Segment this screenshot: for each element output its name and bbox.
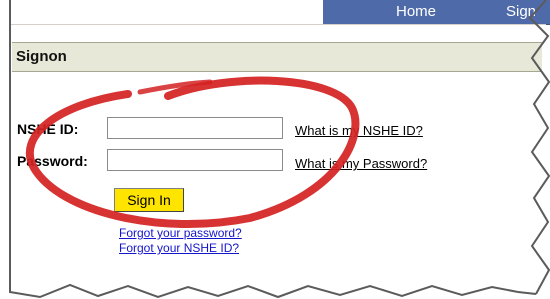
forgot-nshe-id-link[interactable]: Forgot your NSHE ID? — [119, 241, 239, 255]
password-input[interactable] — [107, 149, 283, 171]
screenshot-stage: Home Sign Signon NSHE ID: What is my NSH… — [0, 0, 550, 299]
nshe-id-input[interactable] — [107, 117, 283, 139]
what-is-my-password-link[interactable]: What is my Password? — [295, 156, 427, 171]
page-title: Signon — [16, 48, 67, 65]
nshe-id-label: NSHE ID: — [17, 121, 79, 137]
sign-link[interactable]: Sign — [506, 4, 536, 20]
signon-header: Signon — [12, 42, 542, 72]
header-divider — [10, 24, 546, 25]
what-is-my-nshe-id-link[interactable]: What is my NSHE ID? — [295, 123, 423, 138]
home-link[interactable]: Home — [396, 4, 436, 20]
sign-in-button[interactable]: Sign In — [114, 188, 184, 212]
password-label: Password: — [17, 153, 88, 169]
forgot-password-link[interactable]: Forgot your password? — [119, 226, 242, 240]
top-navigation: Home Sign — [323, 0, 550, 25]
